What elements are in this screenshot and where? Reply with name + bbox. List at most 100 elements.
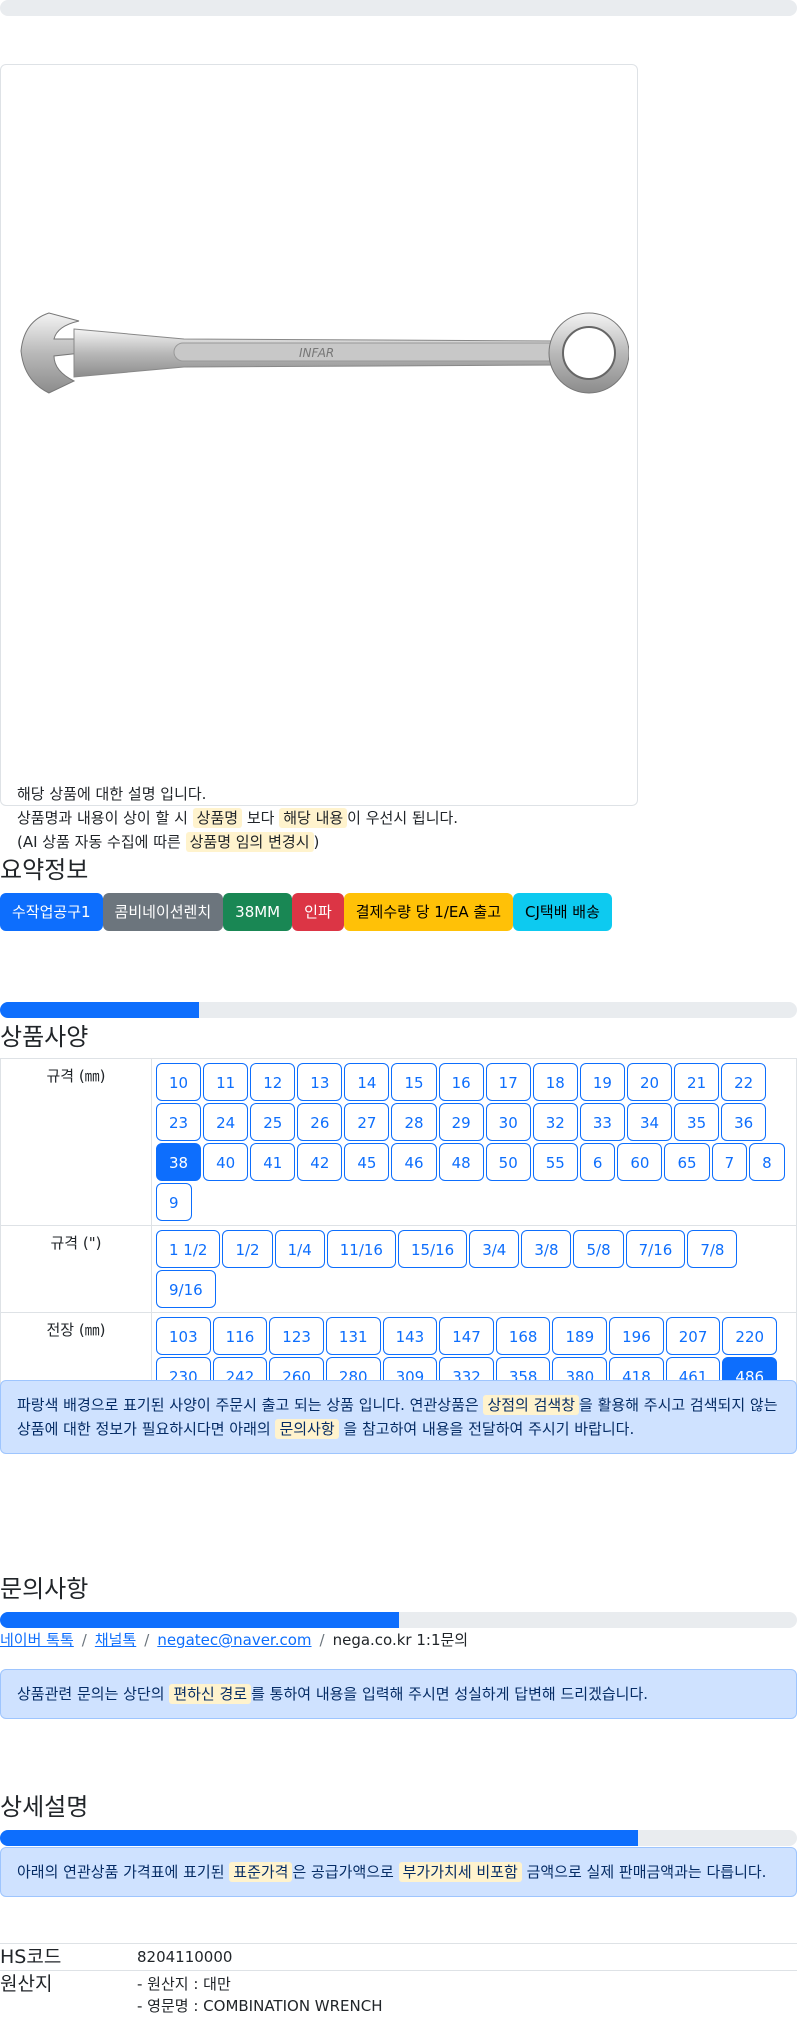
spec-option-button[interactable]: 13 [297, 1063, 343, 1101]
spec-option-button[interactable]: 28 [391, 1103, 437, 1141]
spec-option-button[interactable]: 29 [438, 1103, 484, 1141]
spec-option-button[interactable]: 32 [532, 1103, 578, 1141]
spec-option-button[interactable]: 196 [609, 1317, 664, 1355]
spec-option-button[interactable]: 17 [485, 1063, 531, 1101]
alert-text: 을 참고하여 내용을 전달하여 주시기 바랍니다. [338, 1420, 635, 1438]
spec-option-button[interactable]: 9 [156, 1183, 192, 1221]
spec-option-button[interactable]: 38 [156, 1143, 202, 1181]
highlight-product-name: 상품명 [192, 808, 243, 828]
spec-option-button[interactable]: 11/16 [326, 1230, 396, 1268]
top-progress-bar [0, 0, 797, 16]
note-line-2: 상품명과 내용이 상이 할 시 상품명 보다 해당 내용 이 우선시 됩니다. [17, 806, 458, 830]
spec-option-button[interactable]: 26 [297, 1103, 343, 1141]
spec-option-button[interactable]: 33 [579, 1103, 625, 1141]
spec-option-button[interactable]: 55 [532, 1143, 578, 1181]
spec-option-button[interactable]: 10 [156, 1063, 202, 1101]
spec-option-button[interactable]: 27 [344, 1103, 390, 1141]
origin-value: - 원산지 : 대만 - 영문명 : COMBINATION WRENCH [137, 1971, 383, 2017]
naver-talktalk-link[interactable]: 네이버 톡톡 [0, 1631, 74, 1649]
note-text: ) [313, 833, 320, 851]
summary-badge: 인파 [292, 893, 344, 931]
spec-option-button[interactable]: 24 [203, 1103, 249, 1141]
spec-option-button[interactable]: 15/16 [397, 1230, 468, 1268]
spec-option-button[interactable]: 7 [711, 1143, 748, 1181]
summary-badge: 콤비네이션렌치 [102, 893, 224, 931]
highlight-content: 해당 내용 [279, 808, 348, 828]
spec-option-button[interactable]: 30 [485, 1103, 531, 1141]
spec-option-button[interactable]: 9/16 [156, 1270, 216, 1308]
spec-options-cell: 10 11 12 13 14 15 16 17 18 19 20 21 22 23 24 25 26 27 28 29… [151, 1058, 797, 1226]
spec-option-button[interactable]: 12 [250, 1063, 296, 1101]
spec-option-button[interactable]: 5/8 [573, 1230, 624, 1268]
spec-option-button[interactable]: 147 [439, 1317, 494, 1355]
highlight-search: 상점의 검색창 [483, 1395, 580, 1415]
spec-option-button[interactable]: 48 [438, 1143, 484, 1181]
spec-label: 규격 (") [0, 1225, 152, 1313]
spec-option-button[interactable]: 131 [325, 1317, 381, 1355]
spec-option-button[interactable]: 36 [721, 1103, 767, 1141]
spec-option-button[interactable]: 103 [156, 1317, 211, 1355]
spec-option-button[interactable]: 20 [626, 1063, 673, 1101]
spec-option-button[interactable]: 3/4 [469, 1230, 520, 1268]
inquiry-links: 네이버 톡톡 / 채널톡 / negatec@naver.com / nega.co.kr … [0, 1629, 468, 1650]
origin-label: 원산지 [0, 1973, 53, 1995]
spec-option-button[interactable]: 143 [382, 1317, 438, 1355]
spec-option-button[interactable]: 3/8 [521, 1230, 572, 1268]
summary-badge: 결제수량 당 1/EA 출고 [343, 893, 513, 931]
channeltalk-link[interactable]: 채널톡 [95, 1631, 136, 1649]
note-text: (AI 상품 자동 수집에 따른 [17, 833, 186, 851]
spec-option-button[interactable]: 123 [269, 1317, 324, 1355]
spec-option-button[interactable]: 14 [344, 1063, 390, 1101]
spec-option-button[interactable]: 35 [674, 1103, 720, 1141]
spec-option-button[interactable]: 21 [674, 1063, 720, 1101]
spec-option-button[interactable]: 1 1/2 [156, 1230, 221, 1268]
spec-option-button[interactable]: 18 [532, 1063, 578, 1101]
spec-option-button[interactable]: 1/4 [274, 1230, 325, 1268]
highlight-standard-price: 표준가격 [229, 1862, 293, 1882]
note-text: 상품명과 내용이 상이 할 시 [17, 809, 193, 827]
inquiry-title: 문의사항 [0, 1575, 89, 1603]
spec-option-button[interactable]: 189 [552, 1317, 608, 1355]
spec-option-button[interactable]: 41 [250, 1143, 296, 1181]
spec-option-button[interactable]: 15 [391, 1063, 437, 1101]
inquiry-progress-fill [0, 1612, 399, 1628]
spec-option-button[interactable]: 11 [203, 1063, 249, 1101]
spec-option-button[interactable]: 7/8 [687, 1230, 738, 1268]
spec-option-button[interactable]: 168 [495, 1317, 551, 1355]
spec-option-button[interactable]: 8 [749, 1143, 785, 1181]
spec-option-button[interactable]: 42 [297, 1143, 343, 1181]
svg-text:INFAR: INFAR [299, 346, 334, 360]
spec-option-button[interactable]: 1/2 [222, 1230, 273, 1268]
spec-option-button[interactable]: 220 [722, 1317, 778, 1355]
spec-option-button[interactable]: 7/16 [625, 1230, 686, 1268]
spec-option-button[interactable]: 34 [626, 1103, 673, 1141]
separator: / [319, 1631, 325, 1649]
summary-badge: 38MM [223, 893, 293, 931]
spec-option-button[interactable]: 23 [156, 1103, 202, 1141]
spec-option-button[interactable]: 16 [438, 1063, 484, 1101]
summary-badge: CJ택배 배송 [513, 893, 612, 931]
spec-options: 10 11 12 13 14 15 16 17 18 19 20 21 22 23 24 25 26 27 28 29… [156, 1063, 792, 1221]
spec-option-button[interactable]: 6 [579, 1143, 616, 1181]
spec-option-button[interactable]: 65 [664, 1143, 710, 1181]
spec-option-button[interactable]: 40 [203, 1143, 249, 1181]
product-image-card: INFAR 해당 상품에 대한 설명 입니다. 상품명과 내용이 상이 할 시 … [0, 64, 638, 852]
spec-option-button[interactable]: 50 [485, 1143, 531, 1181]
email-link[interactable]: negatec@naver.com [157, 1631, 311, 1649]
hs-code-value: 8204110000 [137, 1948, 233, 1966]
spec-option-button[interactable]: 22 [721, 1063, 767, 1101]
hs-code-row: HS코드 8204110000 [0, 1943, 797, 1970]
spec-option-button[interactable]: 25 [250, 1103, 296, 1141]
spec-option-button[interactable]: 46 [391, 1143, 437, 1181]
specs-progress-bar [0, 1002, 797, 1018]
spec-option-button[interactable]: 116 [212, 1317, 268, 1355]
spec-option-button[interactable]: 207 [665, 1317, 721, 1355]
spec-option-button[interactable]: 60 [617, 1143, 663, 1181]
separator: / [144, 1631, 150, 1649]
spec-row: 규격 (㎜) 10 11 12 13 14 15 16 17 18 19 20 21 22 23 24 25 26… [0, 1058, 797, 1226]
detail-alert: 아래의 연관상품 가격표에 표기된 표준가격 은 공급가액으로 부가가치세 비포함… [0, 1847, 797, 1897]
product-info-table: HS코드 8204110000 원산지 - 원산지 : 대만 - 영문명 : C… [0, 1943, 797, 2017]
spec-option-button[interactable]: 19 [579, 1063, 625, 1101]
spec-option-button[interactable]: 45 [344, 1143, 390, 1181]
highlight-rename: 상품명 임의 변경시 [185, 832, 314, 852]
